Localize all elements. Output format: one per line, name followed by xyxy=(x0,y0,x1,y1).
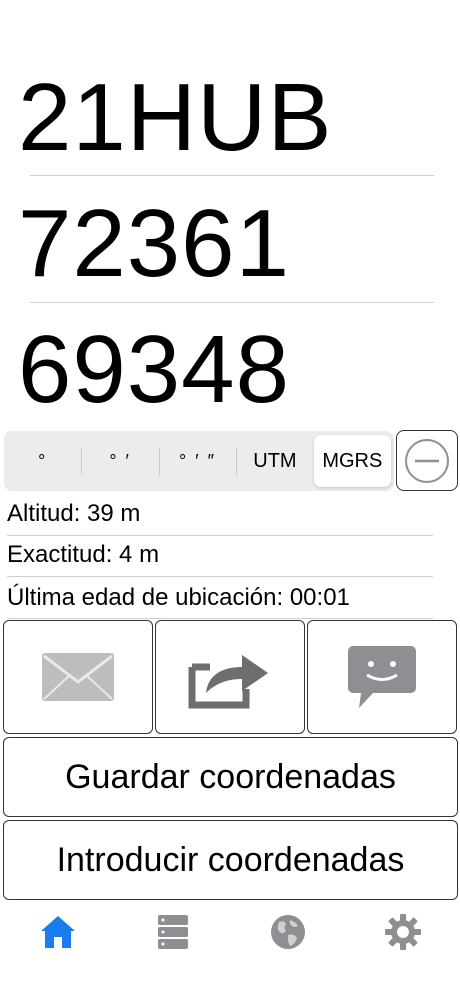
tab-home[interactable] xyxy=(38,912,78,952)
tab-list[interactable] xyxy=(153,912,193,952)
accuracy-text: Exactitud: 4 m xyxy=(7,541,160,568)
tab-bar xyxy=(0,902,460,962)
divider xyxy=(7,576,433,577)
share-button[interactable] xyxy=(155,620,305,734)
format-option-utm[interactable]: UTM xyxy=(236,435,313,487)
divider xyxy=(7,535,433,536)
chat-bubble-icon xyxy=(348,646,416,708)
tab-settings[interactable] xyxy=(383,912,423,952)
format-option-degrees-minutes[interactable]: ° ′ xyxy=(81,435,158,487)
divider xyxy=(30,175,434,176)
format-segmented-control: ° ° ′ ° ′ ″ UTM MGRS xyxy=(4,431,394,491)
mail-icon xyxy=(42,653,114,701)
format-option-degrees[interactable]: ° xyxy=(4,435,81,487)
settings-icon xyxy=(385,914,421,950)
email-button[interactable] xyxy=(3,620,153,734)
share-icon xyxy=(188,655,268,709)
list-icon xyxy=(158,915,188,949)
enter-coordinates-button[interactable]: Introducir coordenadas xyxy=(3,820,458,900)
format-option-degrees-minutes-seconds[interactable]: ° ′ ″ xyxy=(158,435,236,487)
divider xyxy=(30,302,434,303)
mgrs-northing-text: 69348 xyxy=(18,316,290,423)
divider xyxy=(7,618,433,619)
message-button[interactable] xyxy=(307,620,457,734)
save-coordinates-button[interactable]: Guardar coordenadas xyxy=(3,737,458,817)
mgrs-zone-text: 21HUB xyxy=(18,64,333,171)
globe-icon xyxy=(271,915,305,949)
remove-button[interactable] xyxy=(396,430,458,491)
location-age-text: Última edad de ubicación: 00:01 xyxy=(7,584,350,611)
mgrs-easting-text: 72361 xyxy=(18,190,290,297)
home-icon xyxy=(41,916,75,948)
format-option-mgrs[interactable]: MGRS xyxy=(313,435,392,487)
minus-circle-icon xyxy=(405,438,449,483)
tab-map[interactable] xyxy=(268,912,308,952)
altitude-text: Altitud: 39 m xyxy=(7,500,141,527)
